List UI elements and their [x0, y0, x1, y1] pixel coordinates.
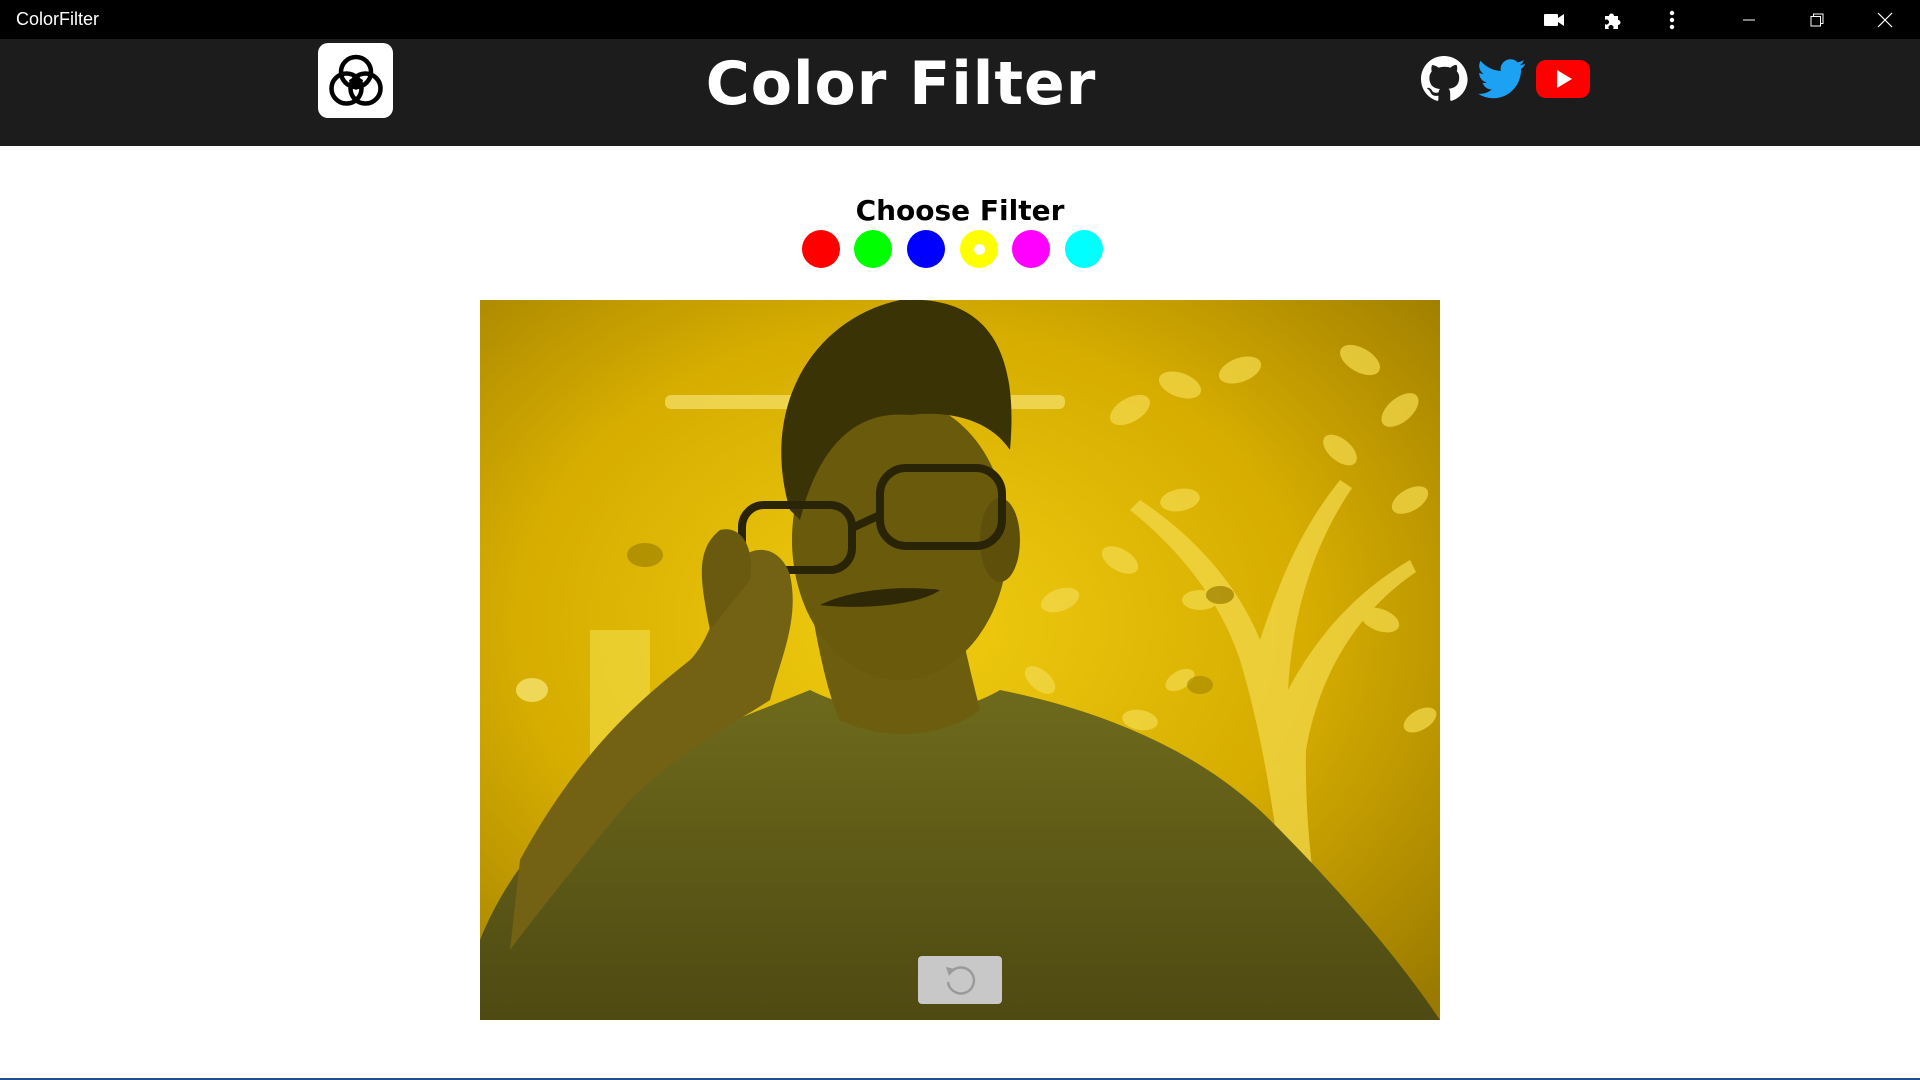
filter-swatch-cyan[interactable] [1065, 230, 1103, 268]
selected-indicator [973, 243, 985, 255]
camera-icon[interactable] [1542, 8, 1566, 32]
filter-swatch-green[interactable] [854, 230, 892, 268]
youtube-icon[interactable] [1534, 53, 1592, 105]
close-icon[interactable] [1852, 0, 1918, 39]
reset-icon [941, 963, 979, 997]
filter-heading: Choose Filter [855, 194, 1065, 227]
more-icon[interactable] [1660, 8, 1684, 32]
window-titlebar: ColorFilter [0, 0, 1920, 39]
extensions-icon[interactable] [1601, 8, 1625, 32]
camera-feed-image [480, 300, 1440, 1020]
filter-swatches [802, 230, 1104, 270]
filter-swatch-blue[interactable] [907, 230, 945, 268]
app-header: Color Filter [0, 39, 1920, 146]
camera-preview [480, 300, 1440, 1020]
reset-button[interactable] [918, 956, 1002, 1004]
github-icon[interactable] [1419, 53, 1469, 105]
minimize-icon[interactable] [1716, 0, 1782, 39]
filter-swatch-red[interactable] [802, 230, 840, 268]
twitter-icon[interactable] [1476, 53, 1528, 105]
filter-swatch-magenta[interactable] [1012, 230, 1050, 268]
page-title: Color Filter [705, 49, 1097, 119]
filter-swatch-yellow[interactable] [960, 230, 998, 268]
window-title: ColorFilter [16, 9, 100, 29]
restore-icon[interactable] [1784, 0, 1850, 39]
